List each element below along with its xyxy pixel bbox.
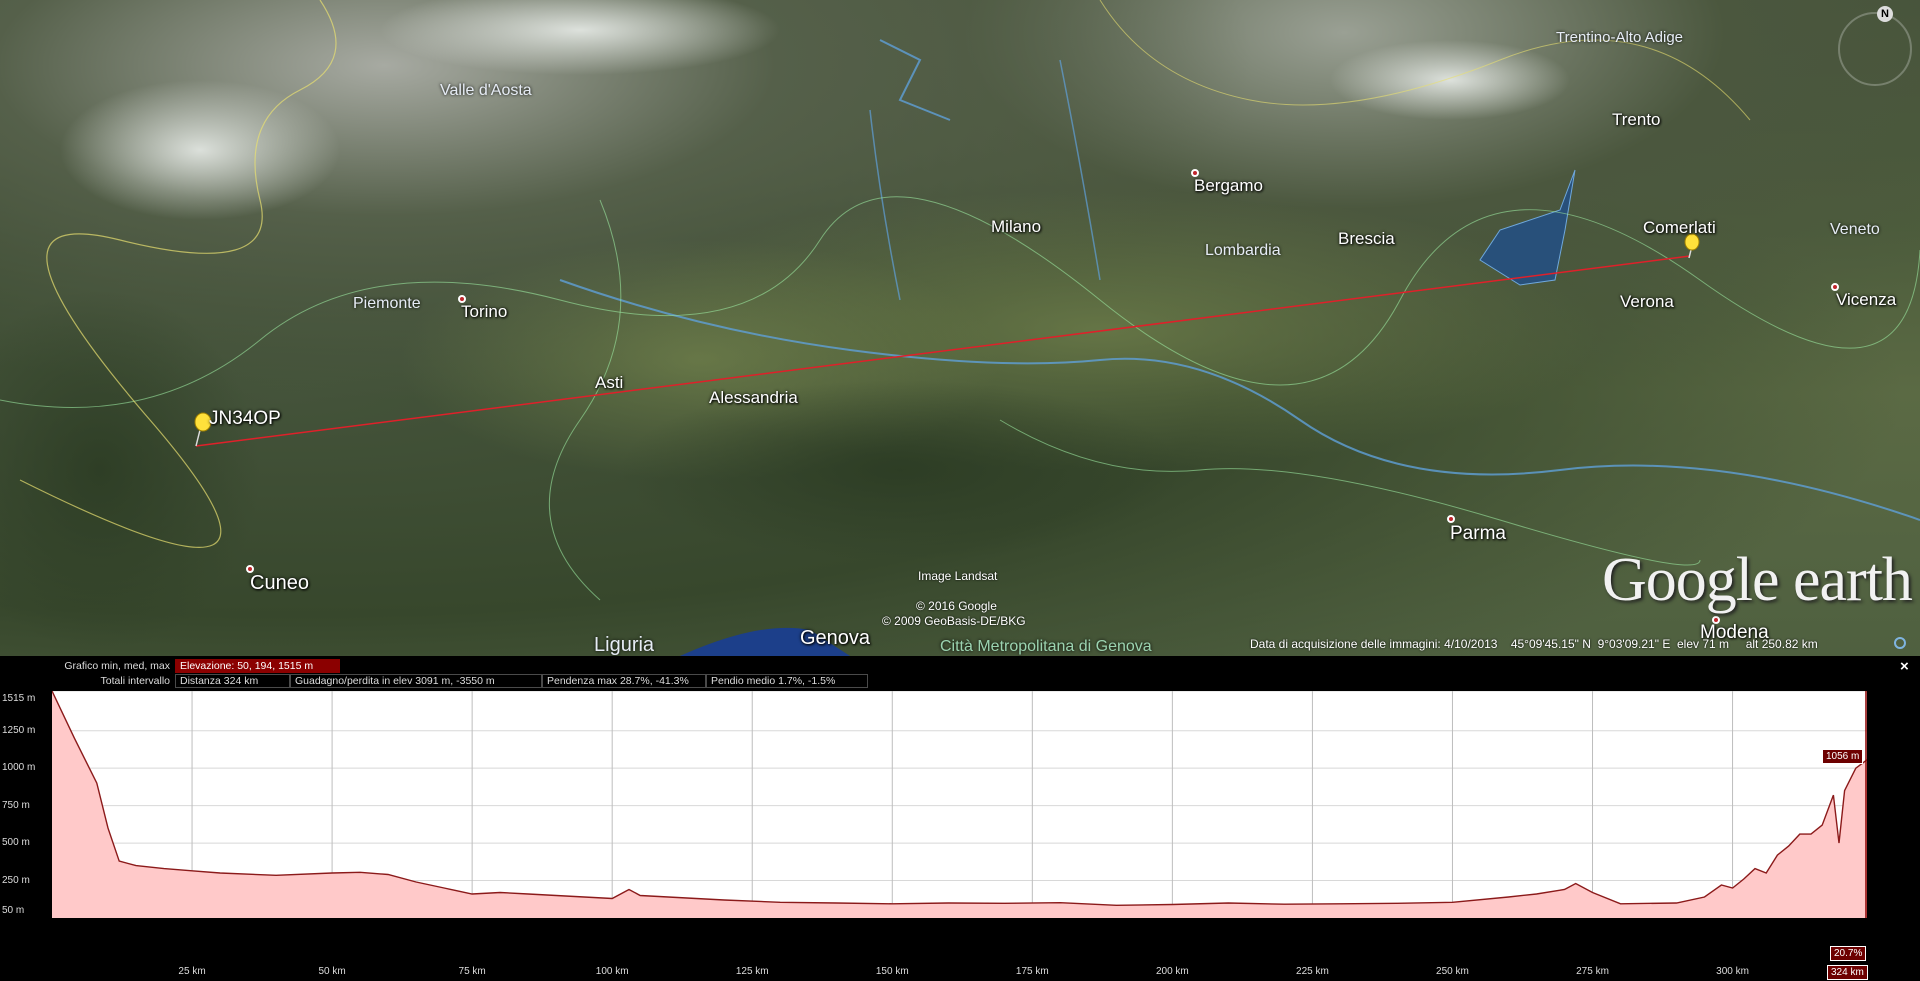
placemark-label[interactable]: JN34OP xyxy=(209,408,281,430)
copyright-credit: © 2016 Google xyxy=(916,599,997,613)
cursor-slope-tag: 20.7% xyxy=(1830,946,1867,961)
x-tick-label: 275 km xyxy=(1576,966,1609,977)
elevation-profile-panel: Grafico min, med, max Elevazione: 50, 19… xyxy=(0,656,1920,981)
latitude: 45°09'45.15" N xyxy=(1510,637,1591,651)
max-slope-stat: Pendenza max 28.7%, -41.3% xyxy=(542,674,706,688)
city-label-torino[interactable]: Torino xyxy=(461,302,507,322)
x-tick-label: 175 km xyxy=(1015,966,1049,977)
elevation-chart-svg[interactable] xyxy=(51,690,1868,918)
elevation-gain-loss-stat: Guadagno/perdita in elev 3091 m, -3550 m xyxy=(290,674,542,688)
region-label: Lombardia xyxy=(1205,242,1281,259)
imagery-date: Data di acquisizione delle immagini: 4/1… xyxy=(1250,637,1498,651)
map-view[interactable]: Valle d'Aosta Piemonte Lombardia Trentin… xyxy=(0,0,1920,656)
imagery-credit: Image Landsat xyxy=(918,569,998,583)
google-earth-logo: Google earth xyxy=(1602,546,1913,614)
city-label-bergamo[interactable]: Bergamo xyxy=(1194,176,1263,196)
region-label: Trentino-Alto Adige xyxy=(1556,29,1684,46)
x-tick-label: 125 km xyxy=(735,966,769,977)
city-label-alessandria[interactable]: Alessandria xyxy=(709,388,798,408)
region-label: Liguria xyxy=(594,634,655,656)
stats-row-label: Totali intervallo xyxy=(100,675,170,687)
avg-slope-stat: Pendio medio 1.7%, -1.5% xyxy=(706,674,868,688)
copyright-credit: © 2009 GeoBasis-DE/BKG xyxy=(882,614,1026,628)
city-label-verona[interactable]: Verona xyxy=(1620,292,1674,312)
y-tick-label: 50 m xyxy=(2,904,25,916)
region-label: Valle d'Aosta xyxy=(440,82,532,99)
y-tick-label: 750 m xyxy=(2,799,30,811)
cursor-distance-tag: 324 km xyxy=(1827,965,1868,980)
x-tick-label: 250 km xyxy=(1436,966,1469,977)
elevation-stats: Elevazione: 50, 194, 1515 m xyxy=(175,659,340,673)
region-label: Piemonte xyxy=(353,295,421,312)
y-tick-label: 1515 m xyxy=(2,693,36,704)
x-tick-label: 200 km xyxy=(1155,966,1189,977)
stats-row-label: Grafico min, med, max xyxy=(64,660,170,672)
x-tick-label: 100 km xyxy=(595,966,629,977)
distance-stat: Distanza 324 km xyxy=(175,674,290,688)
elevation-area xyxy=(52,691,1867,918)
status-bar: Data di acquisizione delle immagini: 4/1… xyxy=(1250,637,1818,651)
city-label-parma[interactable]: Parma xyxy=(1450,523,1506,545)
elevation: elev 71 m xyxy=(1677,637,1730,651)
y-tick-label: 250 m xyxy=(2,874,30,886)
placemark-label[interactable]: Comerlati xyxy=(1643,218,1716,238)
elevation-chart[interactable] xyxy=(51,690,1868,918)
navigation-compass[interactable] xyxy=(1838,12,1912,86)
y-tick-label: 500 m xyxy=(2,837,30,849)
city-label-vicenza[interactable]: Vicenza xyxy=(1836,290,1896,310)
streaming-indicator-icon xyxy=(1894,637,1906,649)
close-profile-button[interactable]: × xyxy=(1900,658,1909,675)
x-tick-label: 75 km xyxy=(458,966,486,977)
city-label-asti[interactable]: Asti xyxy=(595,373,623,393)
region-label: Città Metropolitana di Genova xyxy=(940,638,1152,655)
city-label-cuneo[interactable]: Cuneo xyxy=(250,572,309,595)
y-tick-label: 1250 m xyxy=(2,724,36,736)
x-tick-label: 225 km xyxy=(1296,966,1329,977)
city-label-brescia[interactable]: Brescia xyxy=(1338,229,1395,249)
x-tick-label: 50 km xyxy=(318,966,346,977)
city-label-milano[interactable]: Milano xyxy=(991,217,1041,237)
city-label-trento[interactable]: Trento xyxy=(1612,110,1661,130)
longitude: 9°03'09.21" E xyxy=(1597,637,1671,651)
region-label: Veneto xyxy=(1830,221,1880,238)
city-marker xyxy=(1447,515,1455,523)
elevation-line xyxy=(51,690,1868,907)
north-indicator-icon[interactable]: N xyxy=(1877,6,1893,22)
y-tick-label: 1000 m xyxy=(2,762,36,774)
x-tick-label: 25 km xyxy=(178,966,206,977)
x-tick-label: 300 km xyxy=(1716,966,1749,977)
city-label-genova[interactable]: Genova xyxy=(800,627,870,650)
cursor-elevation-tag: 1056 m xyxy=(1822,749,1864,764)
x-tick-label: 150 km xyxy=(875,966,909,977)
eye-altitude: alt 250.82 km xyxy=(1745,637,1818,651)
